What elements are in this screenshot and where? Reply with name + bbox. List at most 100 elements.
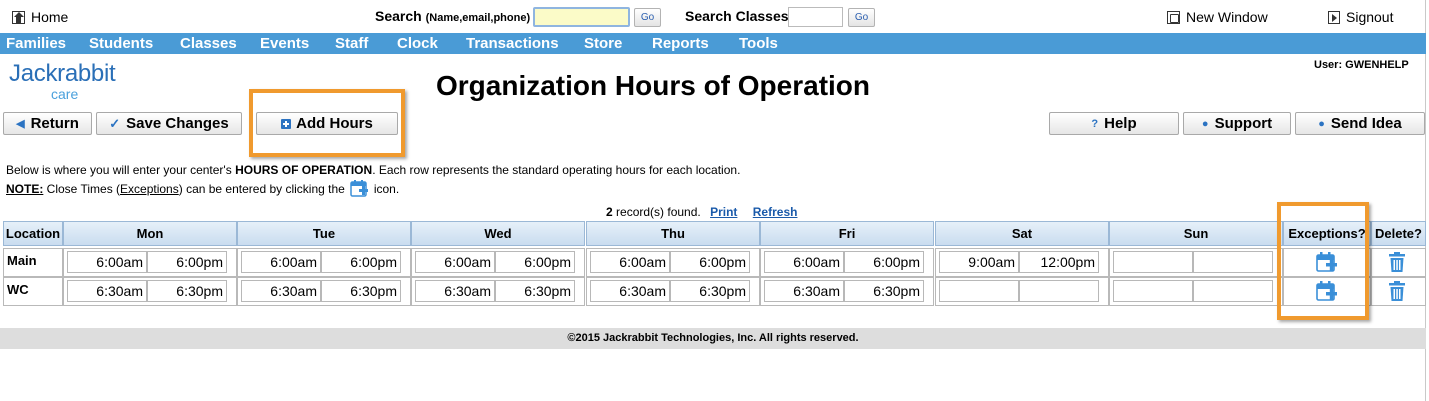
description-note: NOTE: Close Times (Exceptions) can be en… (6, 179, 399, 198)
jackrabbit-logo[interactable]: Jackrabbit care (9, 60, 116, 103)
open-time-input[interactable]: 6:30am (415, 280, 495, 302)
open-time-input[interactable] (1113, 251, 1193, 273)
lightbulb-icon: ● (1318, 117, 1325, 130)
close-time-input[interactable] (1193, 280, 1273, 302)
close-time-input[interactable]: 6:00pm (670, 251, 750, 273)
nav-store[interactable]: Store (584, 33, 622, 54)
search-hint: (Name,email,phone) (425, 12, 531, 24)
header-day: Sat (935, 221, 1109, 246)
support-button[interactable]: ● Support (1183, 112, 1291, 135)
signout-icon (1328, 10, 1340, 24)
open-time-input[interactable]: 6:00am (764, 251, 844, 273)
header-day: Wed (411, 221, 585, 246)
close-time-input[interactable]: 6:00pm (495, 251, 575, 273)
nav-events[interactable]: Events (260, 33, 309, 54)
close-time-input[interactable] (1193, 251, 1273, 273)
note-text: Close Times ( (43, 181, 121, 196)
calendar-add-icon[interactable] (1316, 251, 1338, 273)
records-summary: 2 record(s) found. Print Refresh (606, 205, 797, 219)
note-label: NOTE: (6, 181, 44, 196)
close-time-input[interactable]: 6:00pm (844, 251, 924, 273)
records-suffix: record(s) found. (612, 205, 701, 219)
signout-label: Signout (1346, 9, 1394, 25)
refresh-link[interactable]: Refresh (753, 205, 798, 219)
support-label: Support (1214, 115, 1273, 132)
open-time-input[interactable]: 6:30am (67, 280, 147, 302)
open-time-input[interactable]: 9:00am (939, 251, 1019, 273)
open-time-input[interactable]: 6:00am (67, 251, 147, 273)
nav-families[interactable]: Families (6, 33, 66, 54)
hours-table: Location Mon Tue Wed Thu Fri Sat Sun Exceptions?… (3, 221, 1426, 306)
save-changes-button[interactable]: ✓ Save Changes (96, 112, 242, 135)
search-label: Search (Name,email,phone) (375, 8, 530, 24)
back-arrow-icon: ◀ (16, 118, 25, 130)
add-icon (281, 118, 292, 129)
close-time-input[interactable]: 6:30pm (321, 280, 401, 302)
home-icon (12, 10, 25, 24)
header-exceptions: Exceptions? (1283, 221, 1371, 246)
close-time-input[interactable]: 6:30pm (670, 280, 750, 302)
open-time-input[interactable] (1113, 280, 1193, 302)
description-line-1: Below is where you will enter your cente… (6, 163, 740, 177)
nav-tools[interactable]: Tools (739, 33, 778, 54)
nav-clock[interactable]: Clock (397, 33, 438, 54)
trash-icon[interactable] (1388, 251, 1406, 273)
close-time-input[interactable]: 6:00pm (147, 251, 227, 273)
trash-icon[interactable] (1388, 280, 1406, 302)
home-label: Home (31, 9, 69, 25)
open-time-input[interactable]: 6:00am (590, 251, 670, 273)
search-input[interactable] (533, 7, 630, 27)
close-time-input[interactable] (1019, 280, 1099, 302)
question-icon: ? (1091, 117, 1099, 130)
close-time-input[interactable]: 6:30pm (495, 280, 575, 302)
new-window-icon (1167, 10, 1180, 24)
home-link[interactable]: Home (12, 9, 68, 25)
nav-transactions[interactable]: Transactions (466, 33, 559, 54)
new-window-link[interactable]: New Window (1167, 9, 1268, 25)
note-post-text: icon. (373, 181, 400, 196)
note-exceptions: Exceptions (120, 181, 179, 196)
save-changes-label: Save Changes (126, 115, 229, 132)
table-row-location: Main (3, 248, 63, 277)
nav-classes[interactable]: Classes (180, 33, 237, 54)
send-idea-label: Send Idea (1330, 115, 1402, 132)
open-time-input[interactable] (939, 280, 1019, 302)
calendar-add-icon (350, 179, 369, 198)
current-user: User: GWENHELP (1314, 59, 1409, 71)
nav-staff[interactable]: Staff (335, 33, 368, 54)
search-classes-input[interactable] (788, 7, 843, 27)
close-time-input[interactable]: 6:30pm (147, 280, 227, 302)
open-time-input[interactable]: 6:30am (241, 280, 321, 302)
open-time-input[interactable]: 6:00am (241, 251, 321, 273)
search-classes-go-button[interactable]: Go (848, 8, 875, 27)
main-nav: Families Students Classes Events Staff C… (0, 33, 1426, 54)
nav-reports[interactable]: Reports (652, 33, 709, 54)
return-button[interactable]: ◀ Return (3, 112, 92, 135)
open-time-input[interactable]: 6:30am (764, 280, 844, 302)
add-hours-label: Add Hours (296, 115, 373, 132)
footer: ©2015 Jackrabbit Technologies, Inc. All … (0, 328, 1426, 349)
calendar-add-icon[interactable] (1316, 280, 1338, 302)
close-time-input[interactable]: 6:30pm (844, 280, 924, 302)
add-hours-button[interactable]: Add Hours (256, 112, 398, 135)
send-idea-button[interactable]: ● Send Idea (1295, 112, 1425, 135)
signout-link[interactable]: Signout (1328, 9, 1393, 25)
table-row-location: WC (3, 277, 63, 306)
checkmark-icon: ✓ (109, 115, 121, 131)
close-time-input[interactable]: 6:00pm (321, 251, 401, 273)
open-time-input[interactable]: 6:30am (590, 280, 670, 302)
open-time-input[interactable]: 6:00am (415, 251, 495, 273)
close-time-input[interactable]: 12:00pm (1019, 251, 1099, 273)
return-label: Return (30, 115, 79, 132)
new-window-label: New Window (1186, 9, 1268, 25)
search-go-button[interactable]: Go (634, 8, 661, 27)
page-title: Organization Hours of Operation (436, 70, 871, 101)
nav-students[interactable]: Students (89, 33, 153, 54)
header-delete: Delete? (1371, 221, 1426, 246)
header-day: Sun (1109, 221, 1283, 246)
header-day: Thu (586, 221, 760, 246)
header-location: Location (3, 221, 63, 246)
help-button[interactable]: ? Help (1049, 112, 1179, 135)
print-link[interactable]: Print (710, 205, 737, 219)
logo-main-text: Jackrabbit (9, 60, 116, 87)
